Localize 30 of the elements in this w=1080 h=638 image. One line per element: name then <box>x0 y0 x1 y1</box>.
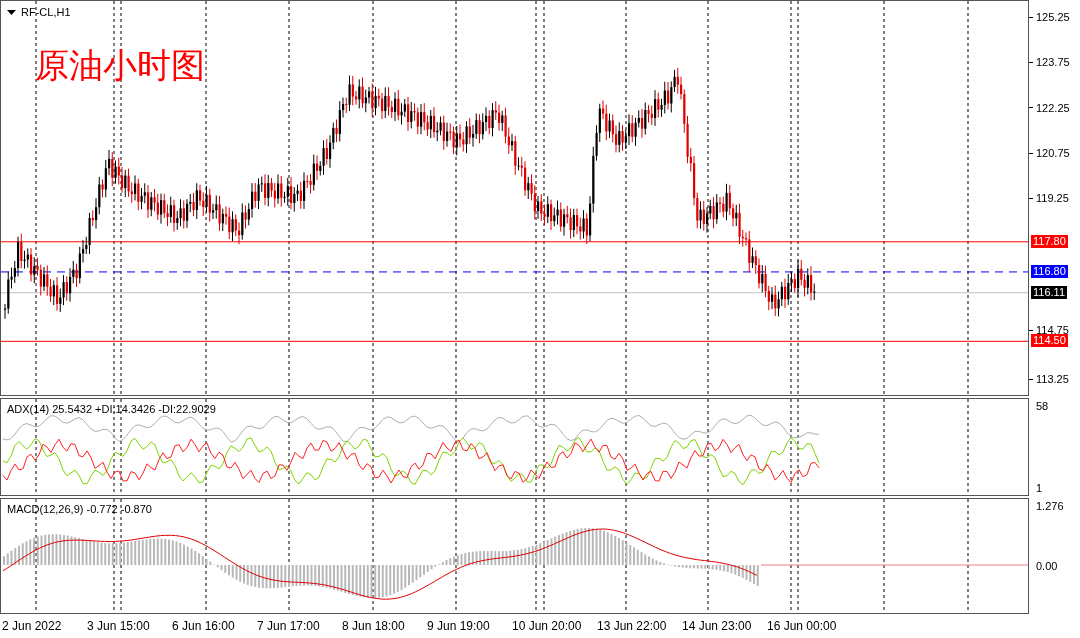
price-tick-label: 122.25 <box>1036 100 1070 116</box>
symbol-label: RF-CL,H1 <box>21 5 71 20</box>
time-axis-label: 13 Jun 22:00 <box>597 618 668 635</box>
adx-scale-label: 58 <box>1036 399 1050 414</box>
macd-scale-label: 0.00 <box>1036 558 1059 574</box>
chart-annotation: 原油小时图 <box>35 49 205 83</box>
price-tag: 116.80 <box>1031 264 1068 278</box>
time-axis-label: 16 Jun 00:00 <box>767 618 838 635</box>
price-tick-label: 114.75 <box>1036 322 1069 336</box>
price-tag: 117.80 <box>1031 234 1068 248</box>
time-axis-label: 10 Jun 20:00 <box>512 618 583 635</box>
price-tick-label: 125.25 <box>1036 10 1070 25</box>
time-axis-label: 7 Jun 17:00 <box>257 618 321 635</box>
time-axis-label: 9 Jun 19:00 <box>427 618 491 635</box>
time-axis-label: 2 Jun 2022 <box>2 618 63 635</box>
price-tag: 114.50 <box>1031 334 1068 348</box>
price-tick-label: 119.25 <box>1036 191 1069 206</box>
time-axis-label: 8 Jun 18:00 <box>342 618 406 635</box>
price-tick-label: 113.25 <box>1036 372 1069 388</box>
price-tick-label: 123.75 <box>1036 55 1070 71</box>
adx-indicator-label: ADX(14) 25.5432 +DI:14.3426 -DI:22.9029 <box>7 402 216 417</box>
macd-scale-label: 1.276 <box>1036 499 1065 514</box>
dropdown-triangle-icon[interactable] <box>7 9 16 15</box>
time-axis-label: 6 Jun 16:00 <box>172 618 236 635</box>
macd-indicator-label: MACD(12,26,9) -0.772 -0.870 <box>7 502 152 517</box>
price-tag: 116.11 <box>1031 285 1067 299</box>
time-axis-label: 14 Jun 23:00 <box>682 618 753 635</box>
adx-scale-label: 1 <box>1036 480 1044 496</box>
time-axis-label: 3 Jun 15:00 <box>87 618 151 635</box>
price-tick-label: 120.75 <box>1036 145 1070 161</box>
